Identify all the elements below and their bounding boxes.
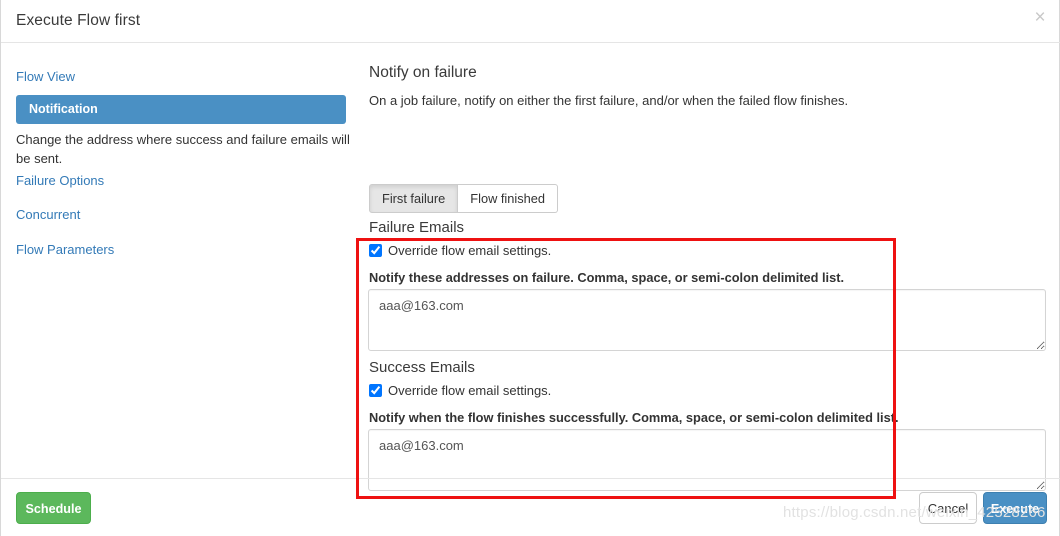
dialog-header: Execute Flow first × <box>1 0 1060 43</box>
sidebar-item-flow-view[interactable]: Flow View <box>16 69 346 84</box>
failure-emails-note: Notify these addresses on failure. Comma… <box>369 270 845 285</box>
tab-flow-finished[interactable]: Flow finished <box>458 184 558 213</box>
failure-override-checkbox[interactable] <box>369 244 382 257</box>
success-override-label[interactable]: Override flow email settings. <box>388 383 551 398</box>
execute-button[interactable]: Execute <box>983 492 1047 524</box>
notify-on-failure-subtitle: On a job failure, notify on either the f… <box>369 93 849 108</box>
failure-override-label[interactable]: Override flow email settings. <box>388 243 551 258</box>
execute-flow-dialog: Execute Flow first × Flow View Notificat… <box>0 0 1060 536</box>
sidebar-item-notification[interactable]: Notification <box>16 95 346 124</box>
sidebar-item-failure-options[interactable]: Failure Options <box>16 173 346 188</box>
dialog-sidebar: Flow View Notification Change the addres… <box>1 43 356 478</box>
dialog-body: Flow View Notification Change the addres… <box>1 43 1060 499</box>
success-emails-heading: Success Emails <box>369 359 475 376</box>
success-override-row: Override flow email settings. <box>369 383 551 398</box>
cancel-button[interactable]: Cancel <box>919 492 977 524</box>
success-override-checkbox[interactable] <box>369 384 382 397</box>
close-icon[interactable]: × <box>1029 7 1051 29</box>
tab-first-failure[interactable]: First failure <box>369 184 459 213</box>
failure-emails-input[interactable] <box>368 289 1046 351</box>
failure-override-row: Override flow email settings. <box>369 243 551 258</box>
notify-on-failure-title: Notify on failure <box>369 64 477 81</box>
sidebar-item-flow-parameters[interactable]: Flow Parameters <box>16 242 346 257</box>
success-emails-note: Notify when the flow finishes successful… <box>369 410 899 425</box>
sidebar-item-concurrent[interactable]: Concurrent <box>16 207 346 222</box>
schedule-button[interactable]: Schedule <box>16 492 91 524</box>
dialog-footer: Schedule Cancel Execute <box>1 478 1060 536</box>
notify-timing-button-group: First failure Flow finished <box>369 184 558 213</box>
sidebar-notification-description: Change the address where success and fai… <box>16 132 350 166</box>
failure-emails-heading: Failure Emails <box>369 219 465 236</box>
dialog-title: Execute Flow first <box>16 12 141 29</box>
dialog-main-panel: Notify on failure On a job failure, noti… <box>356 43 1060 491</box>
